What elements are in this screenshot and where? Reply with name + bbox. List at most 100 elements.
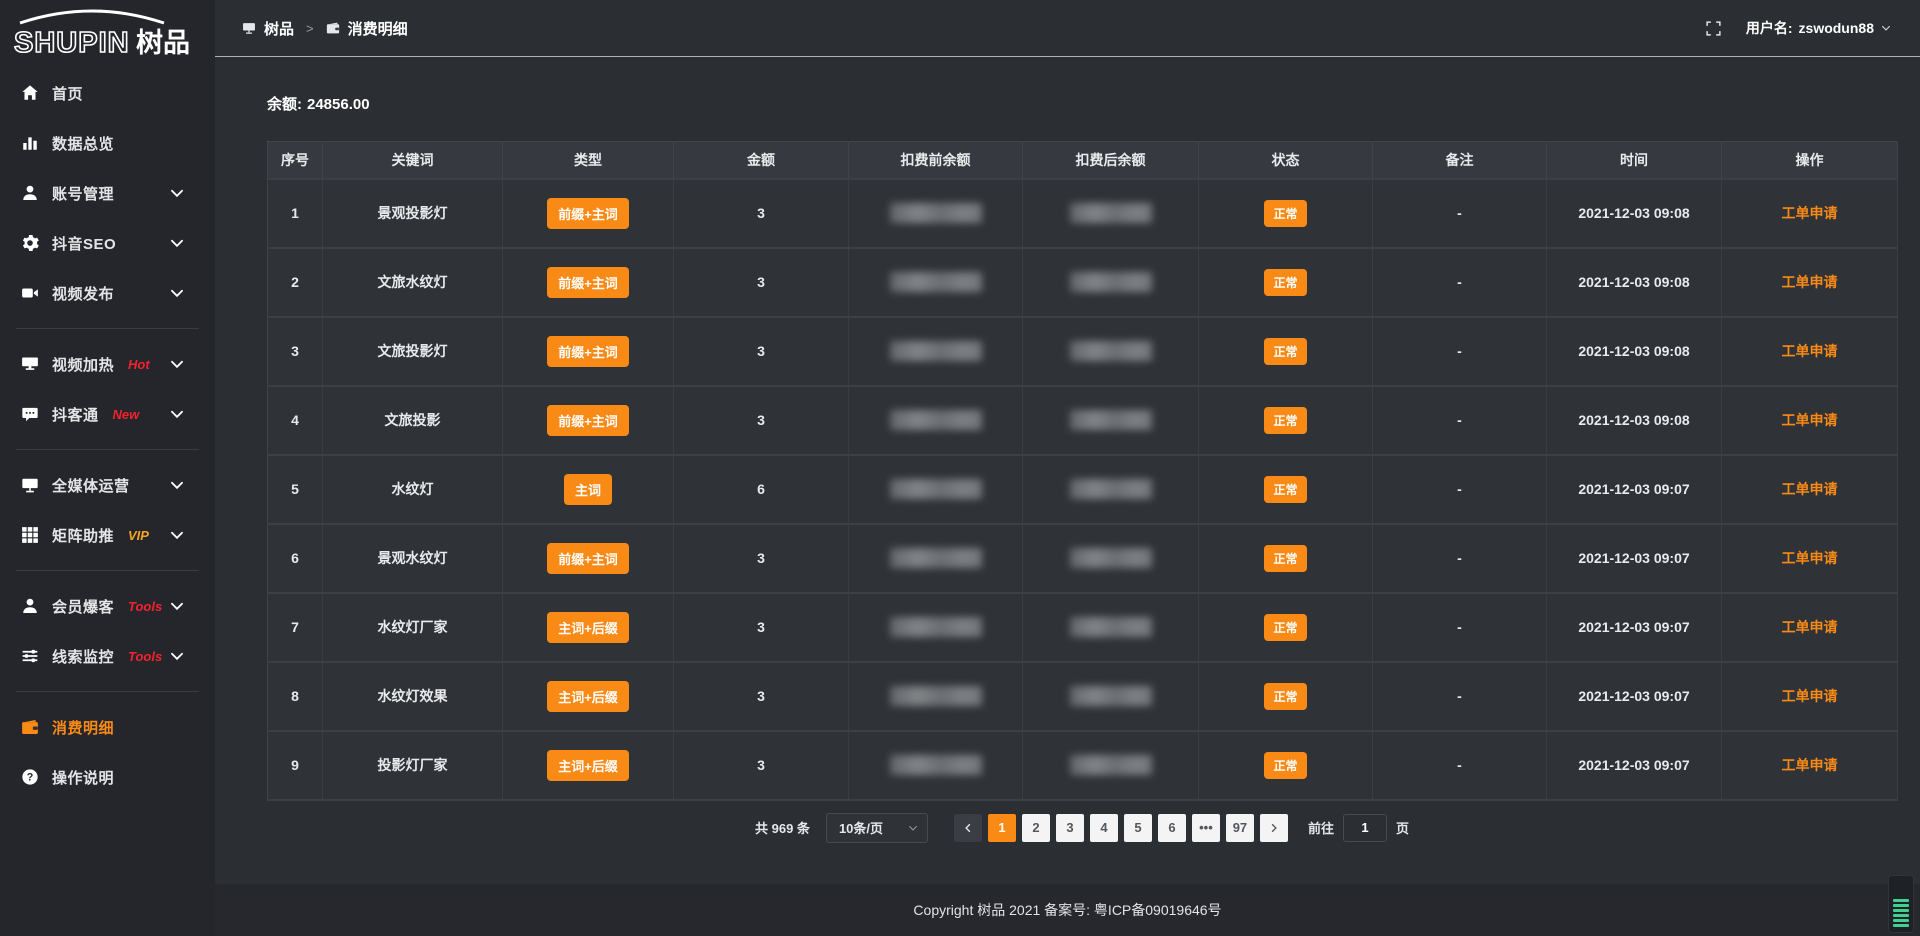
- sidebar-divider: [16, 691, 199, 692]
- work-order-link[interactable]: 工单申请: [1782, 343, 1838, 359]
- work-order-link[interactable]: 工单申请: [1782, 205, 1838, 221]
- table-row: 2文旅水纹灯前缀+主词3正常-2021-12-03 09:08工单申请: [268, 248, 1898, 317]
- cell-type: 主词+后缀: [503, 593, 674, 662]
- masked-balance-after: [1070, 341, 1152, 361]
- cell-remark: -: [1373, 386, 1547, 455]
- type-badge: 前缀+主词: [547, 336, 629, 367]
- sidebar-item-label: 线索监控: [52, 646, 114, 667]
- cell-time: 2021-12-03 09:07: [1547, 731, 1722, 800]
- page-button-97[interactable]: 97: [1226, 814, 1254, 842]
- sidebar-item-question[interactable]: ?操作说明: [0, 752, 215, 802]
- fullscreen-icon[interactable]: [1705, 20, 1722, 37]
- work-order-link[interactable]: 工单申请: [1782, 481, 1838, 497]
- sidebar-item-sliders[interactable]: 线索监控Tools: [0, 631, 215, 681]
- page-button-1[interactable]: 1: [988, 814, 1016, 842]
- page-button-6[interactable]: 6: [1158, 814, 1186, 842]
- work-order-link[interactable]: 工单申请: [1782, 619, 1838, 635]
- prev-page-button[interactable]: [954, 814, 982, 842]
- cell-balance-before: [849, 179, 1023, 248]
- chevron-left-icon: [962, 822, 974, 834]
- sidebar-item-user[interactable]: 账号管理: [0, 168, 215, 218]
- breadcrumb-current[interactable]: 消费明细: [348, 18, 408, 39]
- cell-keyword: 水纹灯效果: [323, 662, 503, 731]
- topbar: 树品 > 消费明细 用户名: zswodun88: [215, 0, 1920, 57]
- cell-index: 6: [268, 524, 323, 593]
- page-button-3[interactable]: 3: [1056, 814, 1084, 842]
- username-dropdown[interactable]: 用户名: zswodun88: [1746, 18, 1892, 38]
- cell-balance-after: [1023, 593, 1199, 662]
- bar-chart-icon: [21, 134, 39, 152]
- chevron-down-icon: [168, 405, 186, 423]
- column-header: 状态: [1199, 142, 1373, 179]
- total-count: 共 969 条: [755, 818, 810, 837]
- cell-status: 正常: [1199, 179, 1373, 248]
- column-header: 关键词: [323, 142, 503, 179]
- page-button-4[interactable]: 4: [1090, 814, 1118, 842]
- sidebar-item-monitor[interactable]: 全媒体运营: [0, 460, 215, 510]
- chevron-down-icon: [168, 526, 186, 544]
- work-order-link[interactable]: 工单申请: [1782, 757, 1838, 773]
- chevron-down-icon: [168, 355, 186, 373]
- column-header: 类型: [503, 142, 674, 179]
- sidebar-item-grid[interactable]: 矩阵助推VIP: [0, 510, 215, 560]
- more-pages-button[interactable]: •••: [1192, 814, 1220, 842]
- masked-balance-after: [1070, 410, 1152, 430]
- page-size-select[interactable]: 10条/页: [826, 813, 928, 843]
- widget-stripe: [1893, 914, 1909, 917]
- cell-status: 正常: [1199, 317, 1373, 386]
- page-button-2[interactable]: 2: [1022, 814, 1050, 842]
- topbar-right: 用户名: zswodun88: [1705, 18, 1892, 38]
- sidebar-item-gear[interactable]: 抖音SEO: [0, 218, 215, 268]
- goto-page-input[interactable]: [1343, 814, 1387, 842]
- user-icon: [21, 597, 39, 615]
- status-badge: 正常: [1264, 200, 1306, 227]
- cell-index: 1: [268, 179, 323, 248]
- chevron-down-icon: [168, 234, 186, 252]
- sidebar-item-home[interactable]: 首页: [0, 68, 215, 118]
- work-order-link[interactable]: 工单申请: [1782, 274, 1838, 290]
- cell-index: 2: [268, 248, 323, 317]
- masked-balance-after: [1070, 548, 1152, 568]
- column-header: 扣费后余额: [1023, 142, 1199, 179]
- type-badge: 前缀+主词: [547, 543, 629, 574]
- widget-stripe: [1893, 904, 1909, 907]
- sidebar-item-display[interactable]: 视频加热Hot: [0, 339, 215, 389]
- work-order-link[interactable]: 工单申请: [1782, 550, 1838, 566]
- corner-widget[interactable]: [1888, 875, 1914, 933]
- work-order-link[interactable]: 工单申请: [1782, 412, 1838, 428]
- sidebar-item-tag: VIP: [128, 528, 149, 543]
- work-order-link[interactable]: 工单申请: [1782, 688, 1838, 704]
- widget-stripe: [1893, 899, 1909, 902]
- widget-stripe: [1893, 919, 1909, 922]
- grid-icon: [21, 526, 39, 544]
- message-icon: [21, 405, 39, 423]
- page-button-5[interactable]: 5: [1124, 814, 1152, 842]
- sidebar-item-bar-chart[interactable]: 数据总览: [0, 118, 215, 168]
- cell-balance-after: [1023, 386, 1199, 455]
- sidebar-item-tag: Tools: [128, 599, 162, 614]
- next-page-button[interactable]: [1260, 814, 1288, 842]
- status-badge: 正常: [1264, 545, 1306, 572]
- display-icon: [21, 355, 39, 373]
- cell-balance-before: [849, 524, 1023, 593]
- consumption-table: 序号关键词类型金额扣费前余额扣费后余额状态备注时间操作 1景观投影灯前缀+主词3…: [267, 141, 1898, 801]
- type-badge: 前缀+主词: [547, 405, 629, 436]
- sidebar-item-user[interactable]: 会员爆客Tools: [0, 581, 215, 631]
- sidebar-item-video[interactable]: 视频发布: [0, 268, 215, 318]
- masked-balance-before: [890, 479, 982, 499]
- cell-keyword: 景观水纹灯: [323, 524, 503, 593]
- column-header: 备注: [1373, 142, 1547, 179]
- breadcrumb: 树品 > 消费明细: [242, 18, 408, 39]
- sidebar-item-wallet[interactable]: 消费明细: [0, 702, 215, 752]
- sidebar-item-message[interactable]: 抖客通New: [0, 389, 215, 439]
- breadcrumb-root[interactable]: 树品: [264, 18, 294, 39]
- status-badge: 正常: [1264, 269, 1306, 296]
- cell-time: 2021-12-03 09:08: [1547, 386, 1722, 455]
- username-value: zswodun88: [1799, 20, 1874, 36]
- cell-amount: 3: [674, 593, 849, 662]
- cell-action: 工单申请: [1722, 455, 1898, 524]
- masked-balance-before: [890, 272, 982, 292]
- chevron-right-icon: [1268, 822, 1280, 834]
- logo-graphic: SHUPIN 树品: [12, 8, 208, 64]
- sidebar-menu: 首页数据总览账号管理抖音SEO视频发布视频加热Hot抖客通New 全媒体运营矩阵助…: [0, 58, 215, 936]
